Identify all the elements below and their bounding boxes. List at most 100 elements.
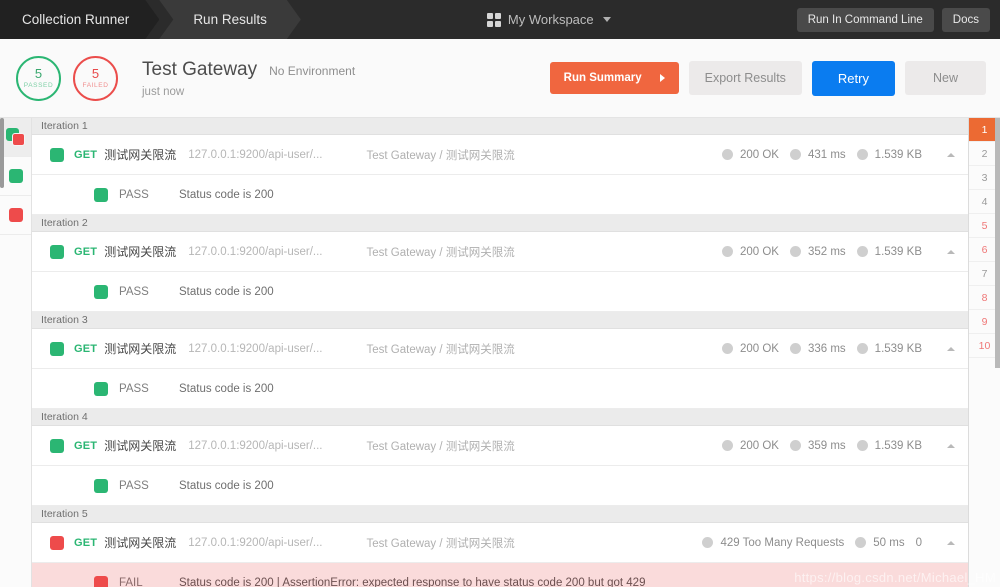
- test-status-square-icon: [94, 284, 108, 299]
- run-summary-button[interactable]: Run Summary: [549, 62, 679, 94]
- chevron-up-icon[interactable]: [934, 540, 968, 545]
- test-result-row: FAIL Status code is 200 | AssertionError:…: [32, 563, 968, 587]
- test-result-row: PASS Status code is 200: [32, 272, 968, 312]
- request-url: 127.0.0.1:9200/api-user/...: [188, 148, 323, 161]
- workspace-selector[interactable]: My Workspace: [301, 0, 797, 39]
- chevron-up-icon[interactable]: [934, 346, 968, 351]
- filter-passed-button[interactable]: [0, 157, 31, 196]
- chevron-right-icon: [659, 74, 665, 82]
- test-result-row: PASS Status code is 200: [32, 369, 968, 409]
- test-verdict: PASS: [119, 382, 149, 395]
- tab-run-results[interactable]: Run Results: [159, 0, 301, 39]
- status-dot-icon: [721, 440, 733, 451]
- response-status: 200 OK: [739, 439, 779, 452]
- time-dot-icon: [855, 537, 867, 548]
- iteration-pagination: 1 2 3 4 5 6 7 8 9 10: [968, 118, 1000, 587]
- request-row[interactable]: GET 测试网关限流 127.0.0.1:9200/api-user/... Test…: [32, 329, 968, 369]
- failed-stat: 5 FAILED: [73, 55, 118, 101]
- status-dot-icon: [721, 343, 733, 354]
- test-status-square-icon: [94, 187, 108, 202]
- request-name: 测试网关限流: [104, 245, 177, 259]
- response-size: 1.539 KB: [874, 245, 922, 258]
- response-time: 352 ms: [807, 245, 846, 258]
- export-results-button[interactable]: Export Results: [688, 61, 802, 95]
- time-dot-icon: [789, 343, 801, 354]
- test-result-row: PASS Status code is 200: [32, 175, 968, 215]
- iteration-header: Iteration 3: [32, 312, 968, 329]
- request-status-square-icon: [50, 341, 64, 356]
- request-row[interactable]: GET 测试网关限流 127.0.0.1:9200/api-user/... Test…: [32, 232, 968, 272]
- passed-label: PASSED: [23, 81, 54, 89]
- request-row[interactable]: GET 测试网关限流 127.0.0.1:9200/api-user/... Test…: [32, 135, 968, 175]
- response-status: 429 Too Many Requests: [720, 536, 845, 549]
- request-stats: 429 Too Many Requests 50 ms 0: [702, 537, 934, 549]
- environment-label: No Environment: [269, 63, 356, 78]
- test-message: Status code is 200: [179, 382, 274, 395]
- size-dot-icon: [856, 149, 868, 160]
- time-dot-icon: [789, 246, 801, 257]
- right-scrollbar-thumb[interactable]: [995, 118, 1000, 368]
- request-url: 127.0.0.1:9200/api-user/...: [188, 536, 323, 549]
- top-bar-actions: Run In Command Line Docs: [796, 0, 1000, 39]
- request-path: Test Gateway / 测试网关限流: [366, 246, 515, 259]
- docs-button[interactable]: Docs: [941, 7, 990, 32]
- test-message: Status code is 200 | AssertionError: exp…: [179, 576, 646, 587]
- results-body: Iteration 1 GET 测试网关限流 127.0.0.1:9200/api-u…: [0, 118, 1000, 587]
- request-status-square-icon: [50, 147, 64, 162]
- test-message: Status code is 200: [179, 479, 274, 492]
- status-dot-icon: [721, 246, 733, 257]
- test-status-square-icon: [94, 575, 108, 587]
- request-path: Test Gateway / 测试网关限流: [366, 440, 515, 453]
- request-method: GET: [74, 245, 98, 258]
- chevron-up-icon[interactable]: [934, 152, 968, 157]
- request-row[interactable]: GET 测试网关限流 127.0.0.1:9200/api-user/... Test…: [32, 523, 968, 563]
- chevron-up-icon[interactable]: [934, 443, 968, 448]
- request-status-square-icon: [50, 535, 64, 550]
- request-url: 127.0.0.1:9200/api-user/...: [188, 245, 323, 258]
- size-dot-icon: [856, 343, 868, 354]
- run-in-command-line-button[interactable]: Run In Command Line: [796, 7, 934, 32]
- tab-collection-runner[interactable]: Collection Runner: [0, 0, 159, 39]
- passed-count: 5: [34, 66, 43, 82]
- response-time: 50 ms: [873, 536, 905, 549]
- filter-all-button[interactable]: [0, 118, 31, 157]
- request-stats: 200 OK 352 ms 1.539 KB: [721, 245, 934, 258]
- new-button[interactable]: New: [904, 61, 986, 95]
- request-name: 测试网关限流: [104, 439, 177, 453]
- failed-square-icon: [8, 208, 23, 222]
- iteration-header: Iteration 1: [32, 118, 968, 135]
- response-time: 336 ms: [807, 342, 846, 355]
- response-time: 359 ms: [807, 439, 846, 452]
- chevron-up-icon[interactable]: [934, 249, 968, 254]
- size-dot-icon: [856, 440, 868, 451]
- left-scrollbar-thumb[interactable]: [0, 118, 4, 188]
- failed-count: 5: [91, 66, 100, 82]
- chevron-down-icon: [602, 17, 611, 22]
- test-message: Status code is 200: [179, 188, 274, 201]
- request-url: 127.0.0.1:9200/api-user/...: [188, 439, 323, 452]
- filter-failed-button[interactable]: [0, 196, 31, 235]
- passed-square-icon: [8, 169, 23, 183]
- request-stats: 200 OK 359 ms 1.539 KB: [721, 439, 934, 452]
- response-size: 1.539 KB: [874, 439, 922, 452]
- retry-button[interactable]: Retry: [811, 60, 895, 96]
- request-row[interactable]: GET 测试网关限流 127.0.0.1:9200/api-user/... Test…: [32, 426, 968, 466]
- test-message: Status code is 200: [179, 285, 274, 298]
- iteration-header: Iteration 2: [32, 215, 968, 232]
- all-results-icon: [5, 128, 26, 146]
- grid-icon: [486, 12, 501, 27]
- request-url: 127.0.0.1:9200/api-user/...: [188, 342, 323, 355]
- request-name: 测试网关限流: [104, 148, 177, 162]
- response-size: 1.539 KB: [874, 148, 922, 161]
- tab-run-results-label: Run Results: [193, 12, 267, 27]
- test-verdict: FAIL: [119, 576, 143, 587]
- request-status-square-icon: [50, 438, 64, 453]
- time-dot-icon: [789, 440, 801, 451]
- test-status-square-icon: [94, 381, 108, 396]
- size-dot-icon: [856, 246, 868, 257]
- request-status-square-icon: [50, 244, 64, 259]
- request-method: GET: [74, 439, 98, 452]
- filter-rail: [0, 118, 32, 587]
- top-bar: Collection Runner Run Results My Workspa…: [0, 0, 1000, 39]
- response-size: 1.539 KB: [874, 342, 922, 355]
